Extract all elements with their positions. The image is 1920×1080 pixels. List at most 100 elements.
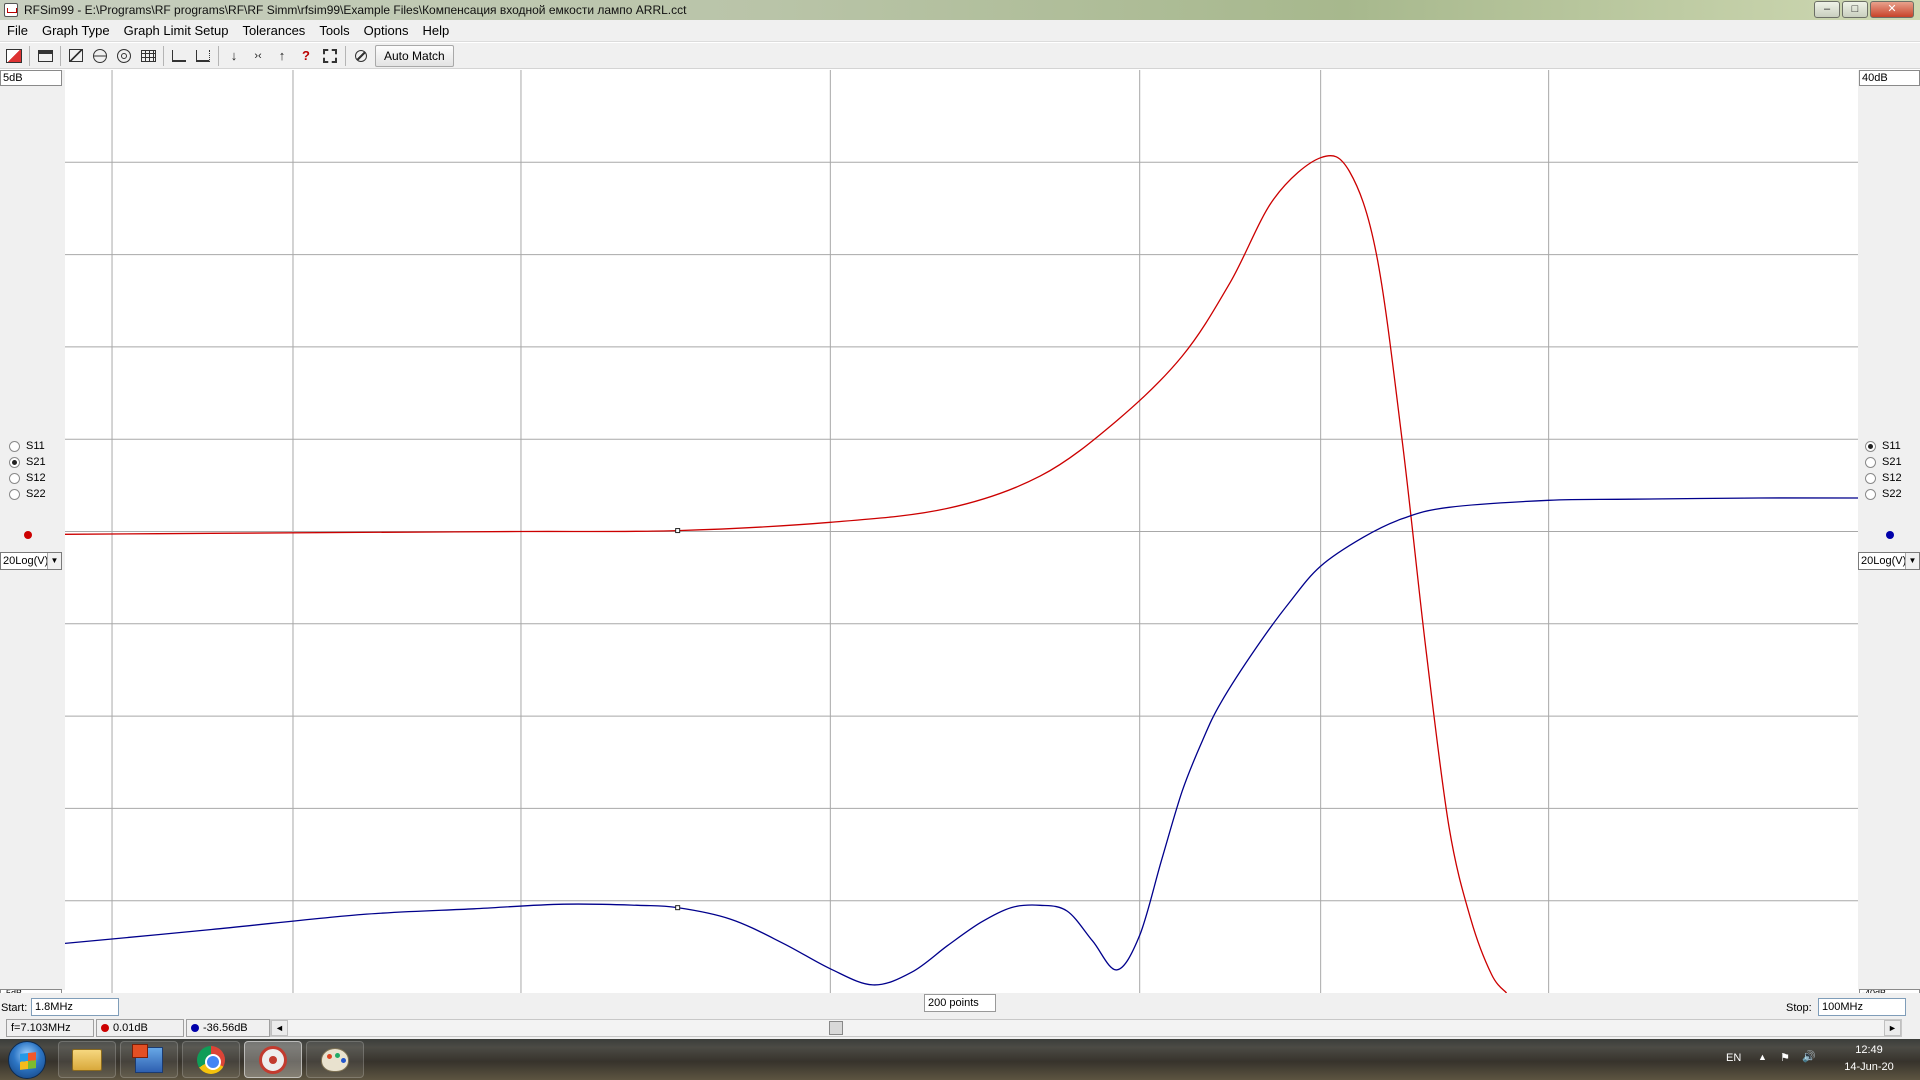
right-port-label: S12	[1882, 472, 1902, 484]
right-port-s12[interactable]: S12	[1865, 470, 1902, 486]
taskbar-target-app[interactable]	[244, 1041, 302, 1078]
left-trace-readout: 0.01dB	[96, 1019, 184, 1037]
right-radio-s22[interactable]	[1865, 488, 1876, 500]
help-button[interactable]: ?	[294, 45, 318, 67]
toolbar-separator	[163, 45, 164, 66]
log-scale-icon	[196, 49, 210, 62]
table-icon	[140, 49, 156, 62]
menu-graph-type[interactable]: Graph Type	[35, 20, 117, 42]
reset-button[interactable]	[349, 45, 373, 67]
language-indicator[interactable]: EN	[1726, 1052, 1741, 1064]
close-button[interactable]: ✕	[1870, 1, 1914, 18]
clock-time[interactable]: 12:49	[1840, 1044, 1898, 1056]
tray-expand-icon[interactable]: ▲	[1758, 1052, 1767, 1062]
open-schematic-icon	[6, 48, 22, 63]
rectangular-graph-icon	[69, 49, 83, 62]
open-schematic-button[interactable]	[2, 45, 26, 67]
toolbar-separator	[218, 45, 219, 66]
right-port-label: S21	[1882, 456, 1902, 468]
auto-match-button[interactable]: Auto Match	[375, 44, 454, 67]
smith-chart-button[interactable]	[88, 45, 112, 67]
right-scale-top[interactable]: 40dB	[1859, 70, 1920, 86]
taskbar-paint[interactable]	[306, 1041, 364, 1078]
action-center-icon[interactable]: ⚑	[1780, 1051, 1790, 1064]
frequency-readout: f=7.103MHz	[6, 1019, 94, 1037]
left-radio-s12[interactable]	[9, 472, 20, 484]
chevron-down-icon: ▼	[47, 553, 61, 569]
right-port-s22[interactable]: S22	[1865, 486, 1902, 502]
left-port-s21[interactable]: S21	[9, 454, 46, 470]
taskbar: EN ▲ ⚑ 🔊 12:49 14-Jun-20	[0, 1039, 1920, 1080]
help-icon: ?	[302, 48, 310, 63]
settings-button[interactable]	[318, 45, 342, 67]
menu-options[interactable]: Options	[357, 20, 416, 42]
taskbar-explorer[interactable]	[58, 1041, 116, 1078]
taskbar-chrome[interactable]	[182, 1041, 240, 1078]
left-radio-s22[interactable]	[9, 488, 20, 500]
trace-s21	[65, 155, 1508, 993]
left-port-s11[interactable]: S11	[9, 438, 45, 454]
start-button[interactable]	[8, 1041, 46, 1079]
right-port-s21[interactable]: S21	[1865, 454, 1902, 470]
menu-file[interactable]: File	[0, 20, 35, 42]
plot-area[interactable]	[65, 70, 1858, 993]
rectangular-graph-button[interactable]	[64, 45, 88, 67]
menu-tolerances[interactable]: Tolerances	[235, 20, 312, 42]
maximize-button[interactable]: □	[1842, 1, 1868, 18]
right-radio-s11[interactable]	[1865, 440, 1876, 452]
menu-help[interactable]: Help	[415, 20, 456, 42]
menu-tools[interactable]: Tools	[312, 20, 356, 42]
stop-label: Stop:	[1786, 1002, 1812, 1014]
left-scale-top[interactable]: 5dB	[0, 70, 62, 86]
stop-frequency-input[interactable]: 100MHz	[1818, 998, 1906, 1016]
print-button[interactable]	[33, 45, 57, 67]
left-radio-s21[interactable]	[9, 456, 20, 468]
frequency-scrollbar[interactable]: ◄ ►	[270, 1019, 1902, 1037]
marker-up-button[interactable]: ↑	[270, 45, 294, 67]
window-title: RFSim99 - E:\Programs\RF programs\RF\RF …	[24, 3, 687, 17]
toolbar-separator	[29, 45, 30, 66]
left-port-s22[interactable]: S22	[9, 486, 46, 502]
left-mode-select[interactable]: 20Log(V) ▼	[0, 552, 62, 570]
right-port-label: S22	[1882, 488, 1902, 500]
narrow-range-button[interactable]: ›‹	[246, 45, 270, 67]
toolbar-separator	[345, 45, 346, 66]
rfsim-app-icon	[132, 1043, 163, 1073]
volume-icon[interactable]: 🔊	[1802, 1050, 1816, 1063]
scroll-right-button[interactable]: ►	[1884, 1020, 1901, 1036]
right-radio-s21[interactable]	[1865, 456, 1876, 468]
start-frequency-input[interactable]: 1.8MHz	[31, 998, 119, 1016]
settings-icon	[323, 48, 337, 63]
left-port-s12[interactable]: S12	[9, 470, 46, 486]
right-mode-select[interactable]: 20Log(V) ▼	[1858, 552, 1920, 570]
scroll-thumb[interactable]	[829, 1021, 843, 1035]
table-button[interactable]	[136, 45, 160, 67]
right-port-s11[interactable]: S11	[1865, 438, 1901, 454]
right-axis-panel: 40dB S11 S21 S12 S22 20Log(V) ▼ -40dB	[1858, 70, 1920, 994]
left-trace-value: 0.01dB	[113, 1022, 148, 1034]
menu-graph-limit-setup[interactable]: Graph Limit Setup	[117, 20, 236, 42]
print-icon	[37, 49, 53, 62]
log-scale-button[interactable]	[191, 45, 215, 67]
left-trace-color-dot	[24, 531, 32, 539]
minimize-button[interactable]: –	[1814, 1, 1840, 18]
polar-chart-icon	[117, 48, 131, 63]
linear-scale-button[interactable]	[167, 45, 191, 67]
scroll-left-button[interactable]: ◄	[271, 1020, 288, 1036]
right-radio-s12[interactable]	[1865, 472, 1876, 484]
clock-date[interactable]: 14-Jun-20	[1840, 1061, 1898, 1073]
left-port-label: S21	[26, 456, 46, 468]
window-controls: – □ ✕	[1814, 1, 1914, 18]
left-radio-s11[interactable]	[9, 440, 20, 452]
folder-icon	[72, 1048, 102, 1071]
down-arrow-icon: ↓	[230, 48, 238, 63]
taskbar-rfsim[interactable]	[120, 1041, 178, 1078]
left-port-label: S11	[26, 440, 45, 452]
blue-dot-icon	[191, 1024, 199, 1032]
graph-canvas[interactable]	[65, 70, 1858, 993]
polar-chart-button[interactable]	[112, 45, 136, 67]
marker-down-button[interactable]: ↓	[222, 45, 246, 67]
right-port-label: S11	[1882, 440, 1901, 452]
start-label: Start:	[1, 1002, 28, 1014]
points-input[interactable]: 200 points	[924, 994, 996, 1012]
